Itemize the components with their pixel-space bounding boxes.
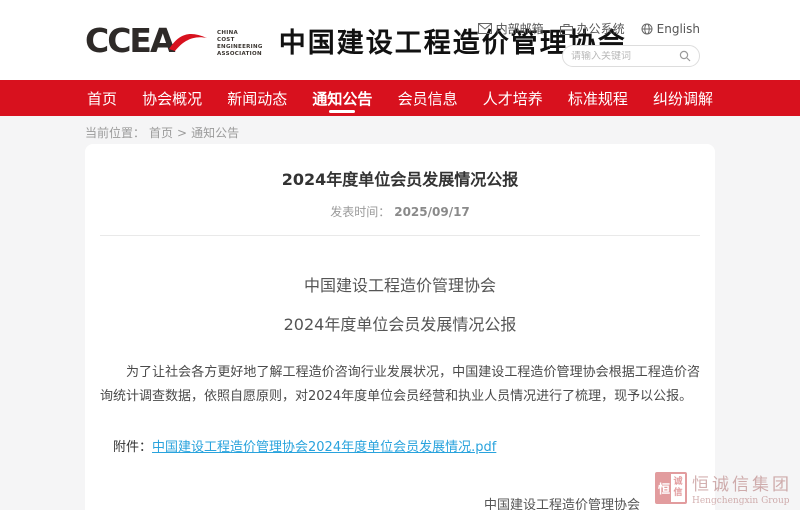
breadcrumb-prefix: 当前位置： <box>85 124 145 141</box>
internal-mail-link[interactable]: 内部邮箱 <box>478 20 544 37</box>
nav-item-home[interactable]: 首页 <box>85 80 119 116</box>
title-divider <box>100 235 700 236</box>
nav-item-members[interactable]: 会员信息 <box>396 80 460 116</box>
article-meta: 发表时间： 2025/09/17 <box>100 203 700 220</box>
search-box <box>562 45 700 67</box>
attachment-label: 附件： <box>113 440 152 455</box>
logo-subtext: CHINA COST ENGINEERING ASSOCIATION <box>217 30 263 58</box>
signature-org: 中国建设工程造价管理协会 <box>484 493 640 510</box>
nav-item-news[interactable]: 新闻动态 <box>225 80 289 116</box>
nav-item-training[interactable]: 人才培养 <box>481 80 545 116</box>
mail-icon <box>478 23 492 34</box>
breadcrumb-home-link[interactable]: 首页 <box>149 124 173 141</box>
signature-block: 中国建设工程造价管理协会 2025年9月17日 <box>484 493 640 510</box>
globe-icon <box>641 23 653 35</box>
quick-links: 内部邮箱 办公系统 English <box>478 20 700 37</box>
nav-item-dispute[interactable]: 纠纷调解 <box>651 80 715 116</box>
article-paragraph: 为了让社会各方更好地了解工程造价咨询行业发展状况，中国建设工程造价管理协会根据工… <box>100 361 700 409</box>
breadcrumb: 当前位置： 首页 > 通知公告 <box>85 124 715 141</box>
search-input[interactable] <box>571 51 673 62</box>
office-system-link[interactable]: 办公系统 <box>560 20 625 37</box>
search-icon[interactable] <box>679 50 691 62</box>
attachment-row: 附件：中国建设工程造价管理协会2024年度单位会员发展情况.pdf <box>100 436 700 455</box>
body-heading-sub: 2024年度单位会员发展情况公报 <box>100 311 700 335</box>
nav-item-notices[interactable]: 通知公告 <box>310 80 374 116</box>
article-title: 2024年度单位会员发展情况公报 <box>100 166 700 190</box>
ccea-logo-text: CCEA <box>85 21 176 60</box>
body-heading-org: 中国建设工程造价管理协会 <box>100 272 700 296</box>
english-link[interactable]: English <box>641 22 700 36</box>
header-right: 内部邮箱 办公系统 English <box>478 20 700 67</box>
publish-time-value: 2025/09/17 <box>394 205 470 219</box>
article-card: 2024年度单位会员发展情况公报 发表时间： 2025/09/17 中国建设工程造… <box>85 144 715 510</box>
nav-item-about[interactable]: 协会概况 <box>140 80 204 116</box>
attachment-pdf-link[interactable]: 中国建设工程造价管理协会2024年度单位会员发展情况.pdf <box>152 440 496 455</box>
site-header: CCEA CHINA COST ENGINEERING ASSOCIATION … <box>0 0 800 80</box>
nav-item-standards[interactable]: 标准规程 <box>566 80 630 116</box>
publish-time-label: 发表时间： <box>330 205 390 219</box>
logo-swoosh <box>169 34 207 51</box>
ccea-logo-icon: CCEA <box>85 18 211 62</box>
breadcrumb-current: 通知公告 <box>191 124 239 141</box>
briefcase-icon <box>560 23 573 35</box>
breadcrumb-separator: > <box>177 126 187 140</box>
main-nav: 首页 协会概况 新闻动态 通知公告 会员信息 人才培养 标准规程 纠纷调解 <box>0 80 800 116</box>
